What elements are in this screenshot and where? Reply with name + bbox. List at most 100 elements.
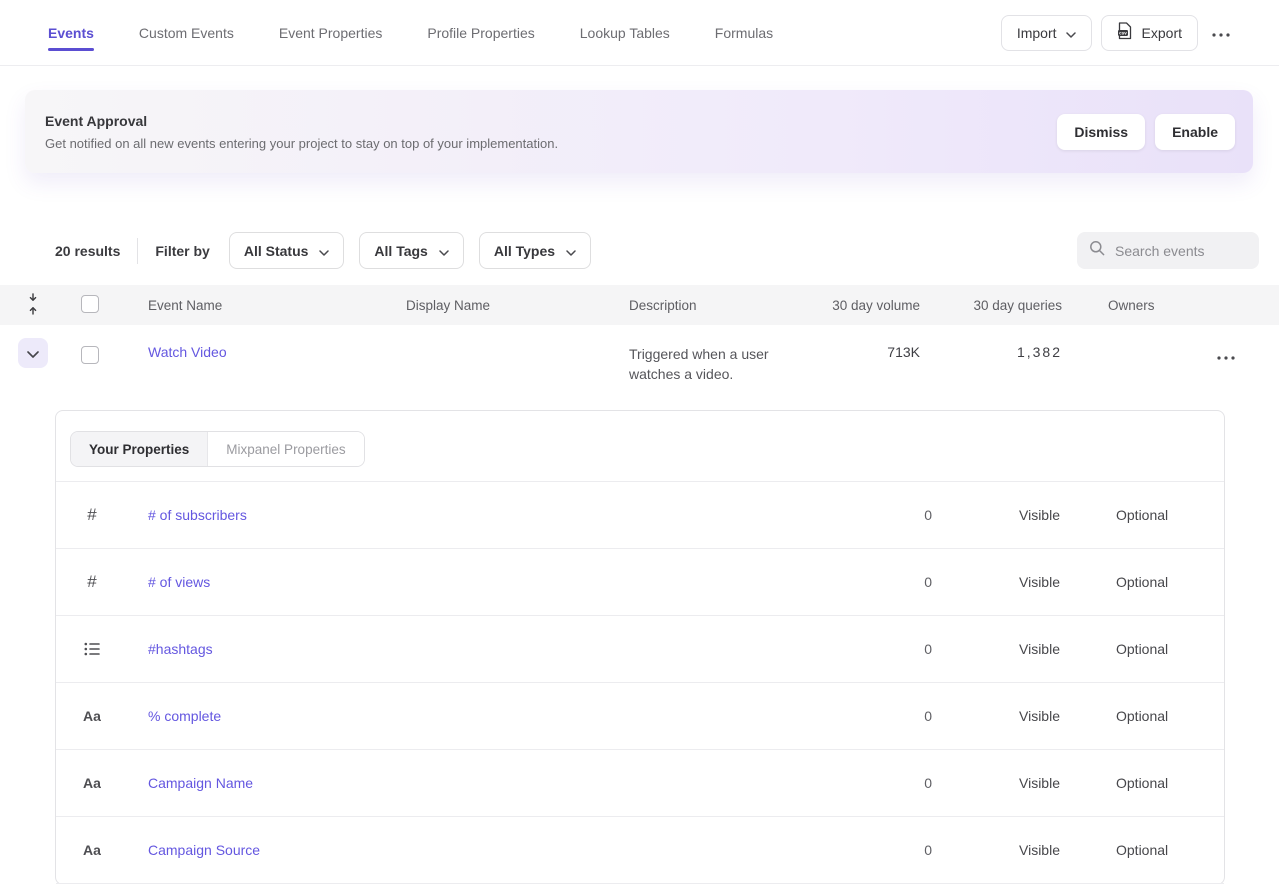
property-count: 0 [872,842,932,858]
event-approval-banner: Event Approval Get notified on all new e… [25,90,1253,173]
property-name-link[interactable]: #hashtags [148,641,213,657]
table-row-watch-video: Watch Video Triggered when a user watche… [0,325,1279,410]
export-button-label: Export [1142,25,1182,41]
collapse-all-icon [27,293,39,318]
property-name-cell: Campaign Name [148,775,872,791]
property-requirement: Optional [1116,708,1176,724]
collapse-row-button[interactable] [18,338,48,368]
properties-tab-group: Your Properties Mixpanel Properties [70,431,365,467]
property-visibility: Visible [1019,775,1069,791]
property-name-cell: % complete [148,708,872,724]
volume-cell: 713K [820,344,920,360]
text-type-glyph: Aa [83,842,101,858]
export-button[interactable]: csv Export [1101,15,1198,51]
svg-text:csv: csv [1119,31,1127,36]
tab-mixpanel-properties[interactable]: Mixpanel Properties [207,432,363,466]
text-type-glyph: Aa [83,775,101,791]
search-events-input[interactable] [1115,243,1245,259]
property-visibility: Visible [1019,641,1069,657]
tab-profile-properties[interactable]: Profile Properties [427,0,534,65]
collapse-all-button[interactable] [18,293,48,318]
event-properties-panel: Your Properties Mixpanel Properties # # … [55,410,1225,884]
tab-event-properties[interactable]: Event Properties [279,0,383,65]
description-cell: Triggered when a user watches a video. [629,344,820,384]
chevron-down-icon [566,243,576,259]
dismiss-button[interactable]: Dismiss [1057,114,1145,150]
number-type-icon: # [80,505,104,525]
chevron-down-icon [319,243,329,259]
search-icon [1089,240,1105,261]
status-filter-dropdown[interactable]: All Status [229,232,345,269]
filter-by-label: Filter by [155,243,209,259]
property-name-link[interactable]: # of views [148,574,210,590]
property-requirement: Optional [1116,775,1176,791]
number-type-icon: # [80,572,104,592]
tab-lookup-tables[interactable]: Lookup Tables [580,0,670,65]
tags-filter-dropdown[interactable]: All Tags [359,232,463,269]
property-name-link[interactable]: # of subscribers [148,507,247,523]
text-type-icon: Aa [80,775,104,791]
select-all-checkbox[interactable] [81,295,99,313]
property-visibility: Visible [1019,842,1069,858]
number-type-glyph: # [87,505,96,525]
ellipsis-icon [1217,348,1235,363]
tab-custom-events[interactable]: Custom Events [139,0,234,65]
expand-cell [18,344,48,368]
status-filter-label: All Status [244,243,309,259]
chevron-down-icon [439,243,449,259]
text-type-glyph: Aa [83,708,101,724]
description-text: Triggered when a user watches a video. [629,346,769,382]
chevron-down-icon [27,346,39,361]
chevron-down-icon [1066,25,1076,41]
property-count: 0 [872,708,932,724]
row-select-checkbox[interactable] [81,346,99,364]
property-row: # # of views 0 Visible Optional [56,549,1224,616]
property-name-link[interactable]: Campaign Source [148,842,260,858]
banner-title: Event Approval [45,113,558,129]
property-requirement: Optional [1116,842,1176,858]
tags-filter-label: All Tags [374,243,427,259]
column-header-30-day-volume: 30 day volume [820,298,920,313]
tab-formulas[interactable]: Formulas [715,0,773,65]
property-row: Aa Campaign Source 0 Visible Optional [56,817,1224,884]
active-tab-underline [48,48,94,51]
property-requirement: Optional [1116,507,1176,523]
banner-text: Event Approval Get notified on all new e… [45,113,558,151]
enable-button[interactable]: Enable [1155,114,1235,150]
top-navigation: Events Custom Events Event Properties Pr… [0,0,1279,66]
lexicon-tabs: Events Custom Events Event Properties Pr… [48,0,773,65]
more-options-button[interactable] [1207,15,1235,51]
property-count: 0 [872,507,932,523]
tab-your-properties[interactable]: Your Properties [71,432,207,466]
row-menu-cell [1208,344,1279,367]
tab-events-label: Events [48,25,94,41]
property-count: 0 [872,574,932,590]
property-visibility: Visible [1019,507,1069,523]
property-name-link[interactable]: % complete [148,708,221,724]
number-type-glyph: # [87,572,96,592]
types-filter-dropdown[interactable]: All Types [479,232,591,269]
row-more-options-button[interactable] [1217,344,1235,367]
property-name-cell: #hashtags [148,641,872,657]
tab-events[interactable]: Events [48,0,94,65]
property-count: 0 [872,775,932,791]
list-type-icon [80,642,104,656]
filter-toolbar: 20 results Filter by All Status All Tags… [55,232,1259,269]
queries-cell: 1,382 [920,344,1062,360]
column-header-owners: Owners [1108,298,1208,313]
csv-file-icon: csv [1117,22,1133,43]
column-header-event-name: Event Name [148,298,406,313]
property-count: 0 [872,641,932,657]
tab-custom-events-label: Custom Events [139,25,234,41]
import-button[interactable]: Import [1001,15,1092,51]
property-row: Aa % complete 0 Visible Optional [56,683,1224,750]
select-all-cell [81,295,99,316]
event-name-link[interactable]: Watch Video [148,344,227,360]
banner-actions: Dismiss Enable [1057,114,1235,150]
property-name-cell: # of subscribers [148,507,872,523]
column-header-description: Description [629,298,820,313]
property-row: # # of subscribers 0 Visible Optional [56,482,1224,549]
property-name-link[interactable]: Campaign Name [148,775,253,791]
tab-formulas-label: Formulas [715,25,773,41]
vertical-divider [137,238,138,264]
